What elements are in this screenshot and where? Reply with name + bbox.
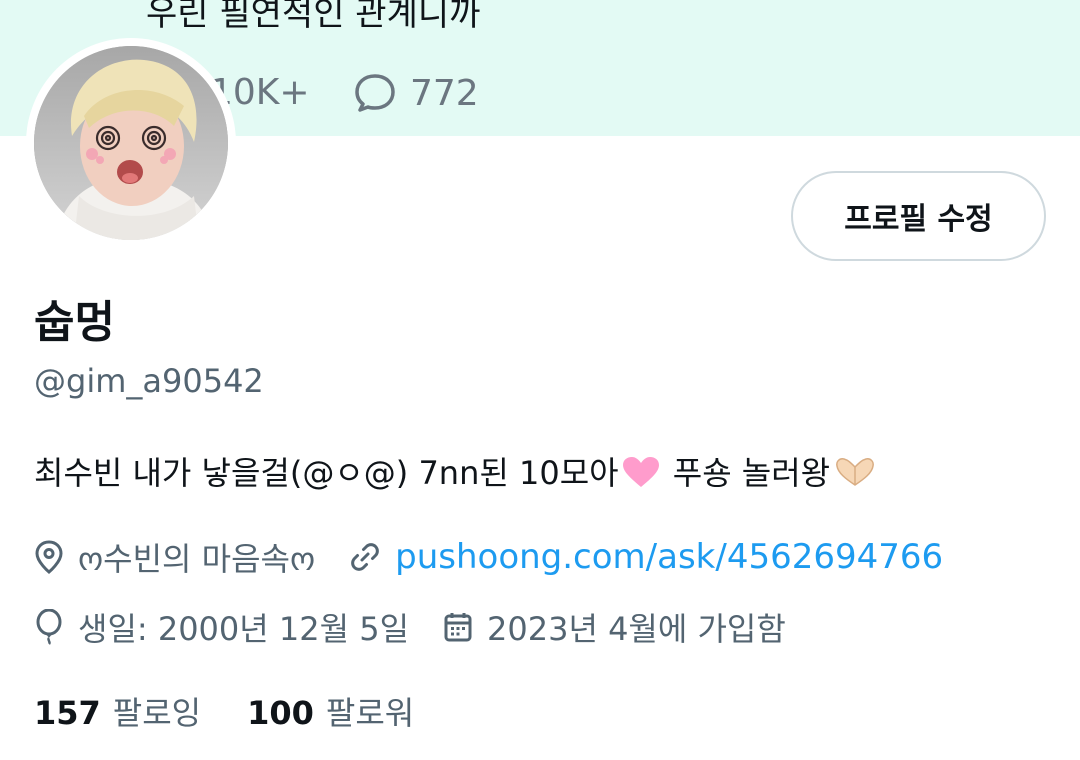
bio-text: 최수빈 내가 낳을걸(@ㅇ@) 7nn된 10모아 (34, 454, 619, 492)
location-item: ო수빈의 마음속ო (34, 534, 315, 580)
avatar-photo (34, 46, 228, 240)
birthday-text: 생일: 2000년 12월 5일 (78, 610, 410, 648)
following-label: 팔로잉 (112, 694, 202, 732)
profile-meta-row-2: 생일: 2000년 12월 5일 2023년 4월에 가입함 (34, 604, 820, 650)
profile-bio: 최수빈 내가 낳을걸(@ㅇ@) 7nn된 10모아 푸숑 놀러왕 (34, 448, 878, 494)
link-icon (351, 543, 379, 571)
following-link[interactable]: 157 팔로잉 (34, 688, 201, 734)
avatar-image (34, 46, 228, 240)
user-handle: @gim_a90542 (34, 362, 264, 400)
joined-item: 2023년 4월에 가입함 (443, 604, 786, 650)
followers-count: 100 (247, 694, 314, 732)
heart-hands-icon (836, 458, 875, 486)
balloon-icon (36, 609, 62, 645)
profile-meta-row-1: ო수빈의 마음속ო pushoong.com/ask/4562694766 (34, 534, 977, 580)
edit-profile-button[interactable]: 프로필 수정 (791, 171, 1046, 261)
display-name: 숩멍 (34, 297, 115, 348)
profile-page: 우린 필연적인 관계니까 10K+ 772 프로필 수정 숩멍 @gim_a90… (0, 0, 1080, 760)
followers-label: 팔로워 (325, 694, 415, 732)
location-pin-icon (35, 540, 63, 574)
bio-tail: 푸숑 놀러왕 (662, 454, 831, 492)
calendar-icon (444, 613, 472, 642)
avatar[interactable] (26, 38, 236, 248)
location-text: ო수빈의 마음속ო (78, 540, 316, 578)
joined-text: 2023년 4월에 가입함 (487, 610, 786, 648)
link-item[interactable]: pushoong.com/ask/4562694766 (349, 537, 943, 577)
pink-heart-icon (622, 457, 659, 487)
following-count: 157 (34, 694, 101, 732)
reply-bubble-icon (355, 74, 395, 112)
followers-link[interactable]: 100 팔로워 (247, 688, 414, 734)
banner-reply-count[interactable]: 772 (352, 72, 479, 114)
banner-tweet-text: 우린 필연적인 관계니까 (146, 0, 481, 34)
reply-count-value: 772 (410, 72, 479, 114)
follow-stats: 157 팔로잉 100 팔로워 (34, 688, 460, 734)
birthday-item: 생일: 2000년 12월 5일 (34, 604, 409, 650)
profile-link[interactable]: pushoong.com/ask/4562694766 (395, 537, 943, 577)
